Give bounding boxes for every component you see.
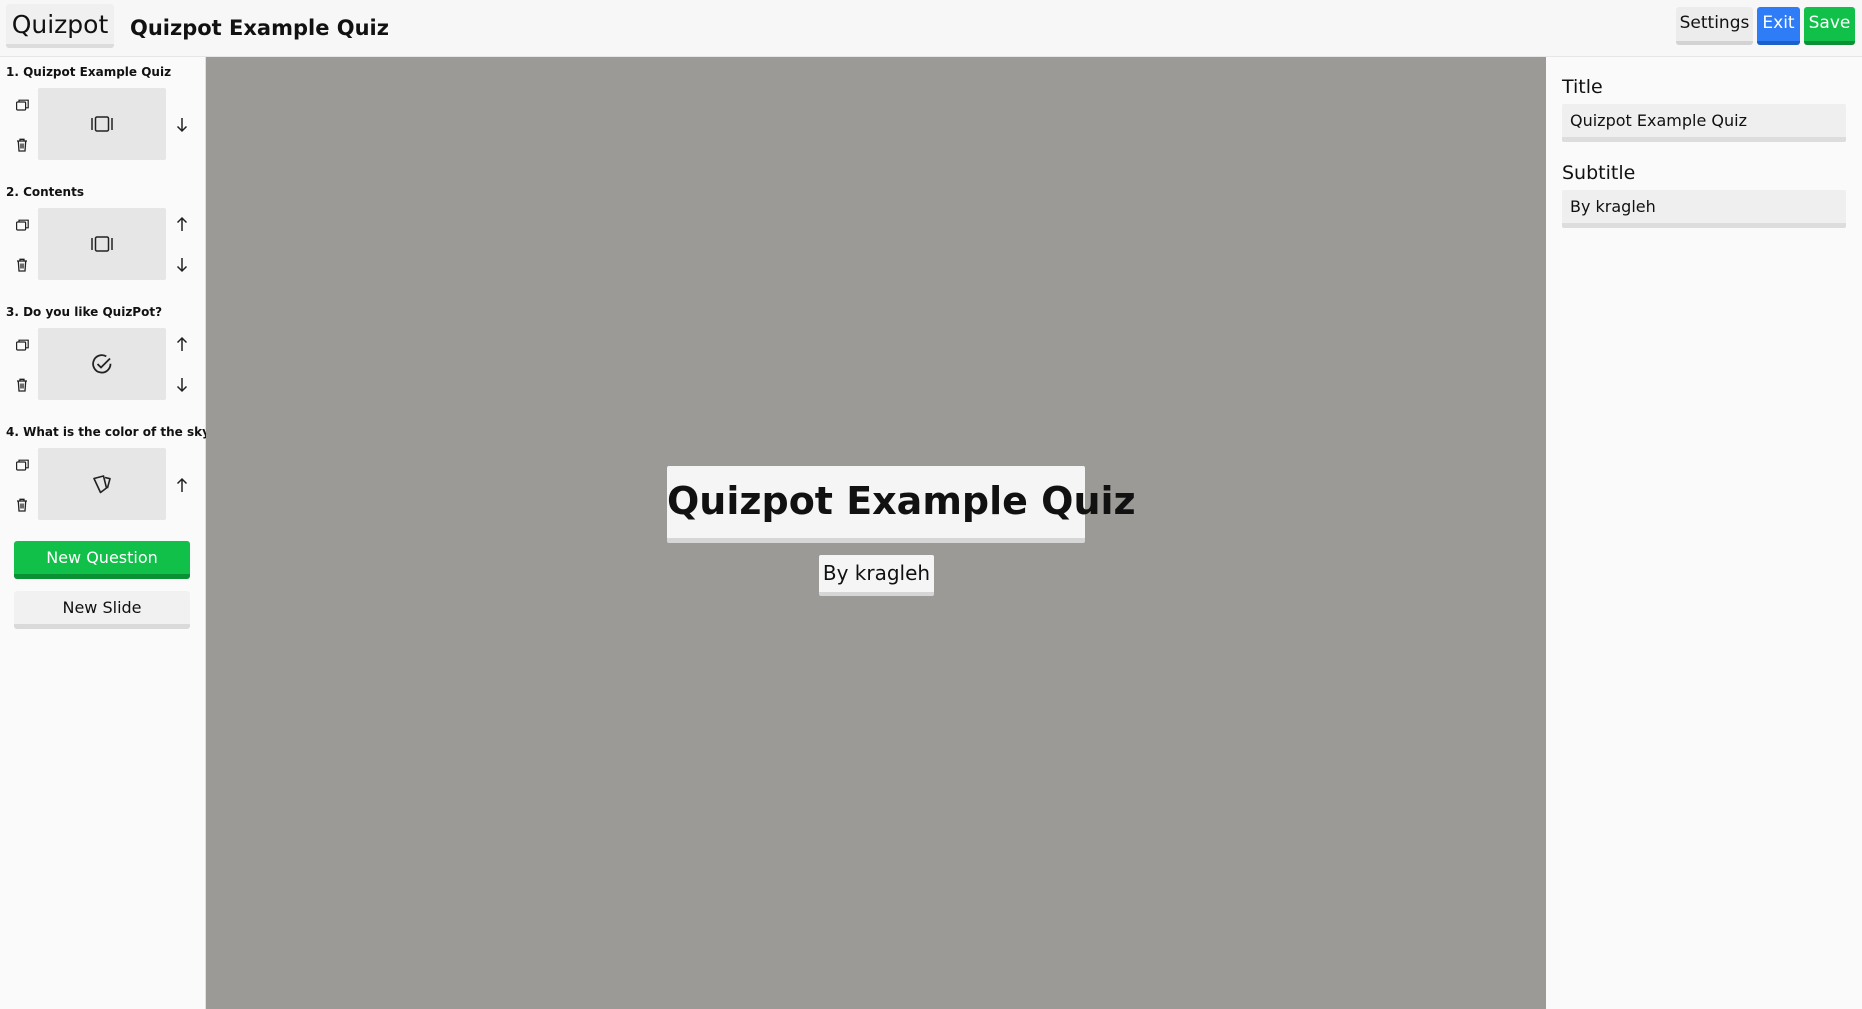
move-down-icon[interactable] <box>174 115 190 135</box>
slide-item: 4. What is the color of the sky? <box>0 417 217 529</box>
title-label: Title <box>1562 76 1603 98</box>
cards-icon <box>93 475 111 494</box>
slide-item: 1. Quizpot Example Quiz <box>0 57 206 169</box>
duplicate-icon[interactable] <box>14 337 30 353</box>
slide-thumbnail[interactable] <box>38 448 166 520</box>
check-circle-icon <box>92 354 112 374</box>
new-slide-button[interactable]: New Slide <box>14 591 190 629</box>
slide-layout-icon <box>91 236 113 252</box>
move-down-icon[interactable] <box>174 375 190 395</box>
slide-thumbnail[interactable] <box>38 88 166 160</box>
quiz-title: Quizpot Example Quiz <box>130 16 389 40</box>
trash-icon[interactable] <box>14 497 30 513</box>
settings-button[interactable]: Settings <box>1676 7 1753 45</box>
duplicate-icon[interactable] <box>14 217 30 233</box>
new-question-button[interactable]: New Question <box>14 541 190 579</box>
move-down-icon[interactable] <box>174 255 190 275</box>
subtitle-input[interactable] <box>1562 190 1846 228</box>
properties-panel: Title Subtitle <box>1546 57 1862 1009</box>
slide-layout-icon <box>91 116 113 132</box>
slide-preview-subtitle[interactable]: By kragleh <box>819 555 934 596</box>
slide-title: 2. Contents <box>6 185 84 199</box>
slides-sidebar: 1. Quizpot Example Quiz 2. Contents 3. D… <box>0 57 217 1009</box>
move-up-icon[interactable] <box>174 214 190 234</box>
slide-thumbnail[interactable] <box>38 328 166 400</box>
slide-item: 2. Contents <box>0 177 206 289</box>
move-up-icon[interactable] <box>174 334 190 354</box>
slide-title: 3. Do you like QuizPot? <box>6 305 163 319</box>
slide-thumbnail[interactable] <box>38 208 166 280</box>
trash-icon[interactable] <box>14 257 30 273</box>
exit-button[interactable]: Exit <box>1757 7 1800 45</box>
duplicate-icon[interactable] <box>14 97 30 113</box>
move-up-icon[interactable] <box>174 475 190 495</box>
slide-title: 1. Quizpot Example Quiz <box>6 65 172 79</box>
slide-preview-title[interactable]: Quizpot Example Quiz <box>667 466 1136 543</box>
title-input[interactable] <box>1562 104 1846 142</box>
brand-logo[interactable]: Quizpot <box>6 4 114 48</box>
trash-icon[interactable] <box>14 137 30 153</box>
top-bar: Quizpot Quizpot Example Quiz Settings Ex… <box>0 0 1862 57</box>
duplicate-icon[interactable] <box>14 457 30 473</box>
slide-title: 4. What is the color of the sky? <box>6 425 217 439</box>
subtitle-label: Subtitle <box>1562 162 1636 184</box>
trash-icon[interactable] <box>14 377 30 393</box>
slide-item: 3. Do you like QuizPot? <box>0 297 206 409</box>
save-button[interactable]: Save <box>1804 7 1855 45</box>
slide-canvas: Quizpot Example Quiz By kragleh <box>206 57 1546 1009</box>
